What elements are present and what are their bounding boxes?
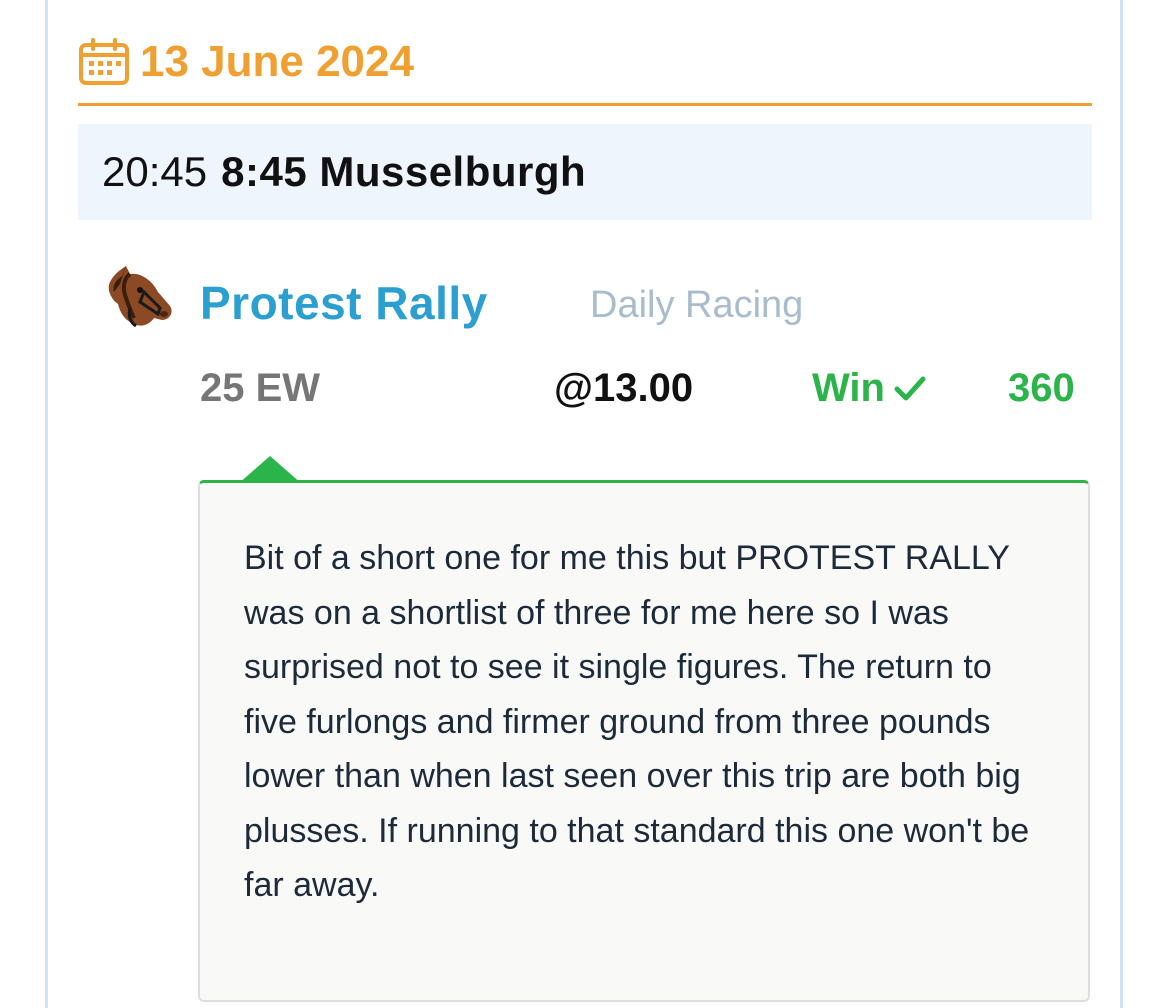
race-time: 20:45 [102, 148, 208, 195]
horse-name-link[interactable]: Protest Rally [200, 276, 488, 330]
calendar-icon [79, 38, 129, 85]
result-label: Win [812, 366, 885, 410]
date-header: 13 June 2024 [78, 36, 1092, 106]
result-badge: Win [812, 366, 927, 411]
tipster-name[interactable]: Daily Racing [590, 284, 803, 327]
horse-head-icon [108, 266, 172, 328]
stake-value: 25 EW [200, 366, 321, 410]
race-name[interactable]: 8:45 Musselburgh [221, 148, 586, 196]
tip-comment-box: Bit of a short one for me this but PROTE… [198, 480, 1090, 1002]
race-date: 13 June 2024 [140, 37, 414, 86]
odds-value: @13.00 [554, 366, 694, 410]
check-icon [894, 376, 926, 400]
returns-value: 360 [1008, 366, 1075, 410]
tip-comment-text: Bit of a short one for me this but PROTE… [244, 539, 1030, 904]
race-header[interactable]: 20:45 8:45 Musselburgh [78, 124, 1092, 220]
